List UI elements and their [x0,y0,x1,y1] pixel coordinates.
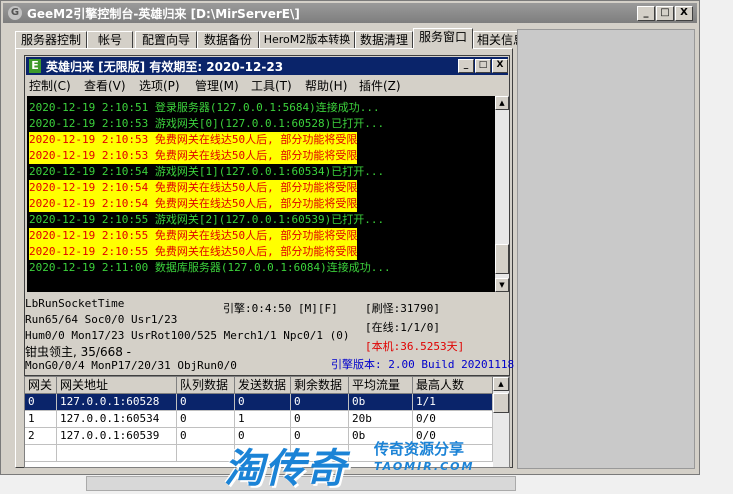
service-window-title-bar[interactable]: E 英雄归来 [无限版] 有效期至: 2020-12-23 _ □ X [26,57,508,75]
cell-gate: 2 [25,428,57,445]
status-line-5: MonG0/0/4 MonP17/20/31 ObjRun0/0 [25,359,237,372]
cell-avg-traffic: 0b [349,394,413,411]
status-line-2: Run65/64 Soc0/0 Usr1/23 [25,313,178,326]
tab-data-backup[interactable]: 数据备份 [197,31,259,49]
app-icon: G [8,6,22,20]
col-header-remaining[interactable]: 剩余数据 [291,377,349,394]
inner-close-button[interactable]: X [492,59,508,73]
cell-empty [57,445,177,462]
scroll-up-icon[interactable]: ▲ [495,96,509,110]
status-line-1: LbRunSocketTime [25,297,125,310]
cell-address: 127.0.0.1:60539 [57,428,177,445]
engine-version: 引擎版本: 2.00 Build 20201118 [331,358,515,371]
watermark-tagline: 传奇资源分享 [374,440,465,458]
right-panel [517,29,695,469]
cell-address: 127.0.0.1:60528 [57,394,177,411]
close-button[interactable]: X [675,6,693,21]
cell-sent: 0 [235,394,291,411]
watermark-brand: 淘传奇 [224,446,347,492]
status-line-3: Hum0/0 Mon17/23 UsrRot100/525 Merch1/1 N… [25,329,350,342]
online-counter: [在线:1/1/0] [365,321,440,334]
menu-view[interactable]: 查看(V) [84,77,126,94]
col-header-sent[interactable]: 发送数据 [235,377,291,394]
cell-queue: 0 [177,394,235,411]
menu-options[interactable]: 选项(P) [139,77,180,94]
log-scrollbar[interactable]: ▲ ▼ [495,96,509,292]
col-header-gate[interactable]: 网关 [25,377,57,394]
machine-uptime: [本机:36.5253天] [365,340,465,353]
menu-manage[interactable]: 管理(M) [195,77,239,94]
menu-control[interactable]: 控制(C) [29,77,71,94]
cell-address: 127.0.0.1:60534 [57,411,177,428]
menu-tools[interactable]: 工具(T) [251,77,292,94]
menu-help[interactable]: 帮助(H) [305,77,347,94]
service-window: E 英雄归来 [无限版] 有效期至: 2020-12-23 _ □ X 控制(C… [24,55,514,376]
col-header-max-users[interactable]: 最高人数 [413,377,493,394]
maximize-button[interactable]: □ [656,6,674,21]
log-line: 2020-12-19 2:10:55 免费网关在线达50人后, 部分功能将受限 [29,244,358,260]
scroll-down-icon[interactable]: ▼ [495,278,509,292]
cell-sent: 1 [235,411,291,428]
watermark-logo: 淘传奇 传奇资源分享 TAOMIR.COM [224,436,514,492]
cell-queue: 0 [177,411,235,428]
log-line: 2020-12-19 2:11:00 数据库服务器(127.0.0.1:6084… [29,261,391,274]
tab-service-window[interactable]: 服务窗口 [413,28,473,49]
log-line: 2020-12-19 2:10:54 游戏网关[1](127.0.0.1:605… [29,165,385,178]
scroll-thumb[interactable] [495,244,509,274]
cell-gate: 0 [25,394,57,411]
log-line: 2020-12-19 2:10:53 免费网关在线达50人后, 部分功能将受限 [29,148,358,164]
cell-empty [25,445,57,462]
menu-plugins[interactable]: 插件(Z) [359,77,401,94]
tab-herom2-version[interactable]: HeroM2版本转换 [259,31,355,49]
engine-time: 引擎:0:4:50 [M][F] [223,302,338,315]
title-bar[interactable]: G GeeM2引擎控制台-英雄归来 [D:\MirServerE\] _ □ X [3,3,697,23]
window-title: GeeM2引擎控制台-英雄归来 [D:\MirServerE\] [27,7,300,21]
tab-data-cleanup[interactable]: 数据清理 [355,31,413,49]
cell-gate: 1 [25,411,57,428]
col-header-avg-traffic[interactable]: 平均流量 [349,377,413,394]
log-line: 2020-12-19 2:10:54 免费网关在线达50人后, 部分功能将受限 [29,180,358,196]
service-window-title: 英雄归来 [无限版] 有效期至: 2020-12-23 [46,60,284,74]
col-header-queue[interactable]: 队列数据 [177,377,235,394]
log-line: 2020-12-19 2:10:55 游戏网关[2](127.0.0.1:605… [29,213,385,226]
cell-avg-traffic: 20b [349,411,413,428]
inner-minimize-button[interactable]: _ [458,59,474,73]
watermark-url: TAOMIR.COM [374,460,475,473]
cell-remaining: 0 [291,411,349,428]
log-line: 2020-12-19 2:10:54 免费网关在线达50人后, 部分功能将受限 [29,196,358,212]
log-line: 2020-12-19 2:10:51 登录服务器(127.0.0.1:5684)… [29,101,380,114]
table-row[interactable]: 1 127.0.0.1:60534 0 1 0 20b 0/0 [25,411,493,428]
minimize-button[interactable]: _ [637,6,655,21]
log-line: 2020-12-19 2:10:55 免费网关在线达50人后, 部分功能将受限 [29,228,358,244]
table-scroll-up-icon[interactable]: ▲ [493,377,509,391]
col-header-address[interactable]: 网关地址 [57,377,177,394]
table-row[interactable]: 0 127.0.0.1:60528 0 0 0 0b 1/1 [25,394,493,411]
log-line: 2020-12-19 2:10:53 游戏网关[0](127.0.0.1:605… [29,117,385,130]
status-line-4: 钳虫领主, 35/668 - [25,345,131,359]
log-line: 2020-12-19 2:10:53 免费网关在线达50人后, 部分功能将受限 [29,132,358,148]
tab-accounts[interactable]: 帐号 [87,31,133,49]
inner-maximize-button[interactable]: □ [475,59,491,73]
cell-max-users: 0/0 [413,411,493,428]
app-e-icon: E [29,59,41,73]
tab-server-control[interactable]: 服务器控制 [15,31,87,49]
table-scroll-thumb[interactable] [493,393,509,413]
refresh-counter: [刷怪:31790] [365,302,440,315]
log-console[interactable]: 2020-12-19 2:10:51 登录服务器(127.0.0.1:5684)… [27,96,495,292]
tab-config-wizard[interactable]: 配置向导 [135,31,197,49]
cell-max-users: 1/1 [413,394,493,411]
cell-remaining: 0 [291,394,349,411]
